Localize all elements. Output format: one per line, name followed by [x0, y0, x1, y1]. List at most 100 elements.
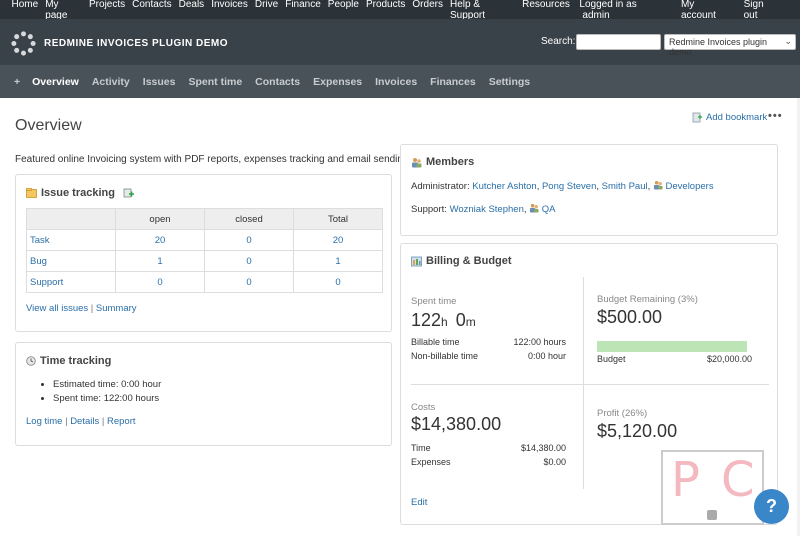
main-menu: + Overview Activity Issues Spent time Co… — [0, 65, 800, 98]
profit-label: Profit (26%) — [597, 408, 648, 419]
top-menu-item-help-support[interactable]: Help & Support — [446, 0, 518, 21]
closed-count[interactable]: 0 — [204, 229, 294, 251]
spent-hours-unit: h — [441, 315, 448, 329]
project-jump-select[interactable]: Redmine Invoices plugin demo ⌄ — [664, 34, 796, 57]
member-link[interactable]: Wozniak Stephen — [450, 204, 524, 215]
costs-value: $14,380.00 — [411, 414, 502, 434]
billing-title: Billing & Budget — [411, 255, 512, 267]
total-count[interactable]: 1 — [293, 250, 383, 272]
tracker-name[interactable]: Bug — [26, 250, 116, 272]
report-link[interactable]: Report — [107, 416, 136, 427]
closed-count[interactable]: 0 — [204, 271, 294, 293]
log-time-link[interactable]: Log time — [26, 416, 62, 427]
group-link-qa[interactable]: QA — [542, 204, 556, 215]
tracker-name[interactable]: Task — [26, 229, 116, 251]
site-title[interactable]: REDMINE INVOICES PLUGIN DEMO — [44, 38, 228, 49]
more-actions-icon[interactable]: ••• — [768, 110, 783, 122]
budget-remaining-label: Budget Remaining (3%) — [597, 294, 698, 305]
top-menu-item-invoices[interactable]: Invoices — [208, 0, 252, 21]
support-label: Support: — [411, 204, 447, 215]
top-menu-item-people[interactable]: People — [324, 0, 362, 21]
top-menu-item-my-page[interactable]: My page — [42, 0, 86, 21]
details-link[interactable]: Details — [70, 416, 99, 427]
watermark-letter-c: C — [721, 452, 755, 508]
tab-settings[interactable]: Settings — [489, 76, 530, 88]
top-menu-item-orders[interactable]: Orders — [409, 0, 447, 21]
top-menu-item-projects[interactable]: Projects — [86, 0, 129, 21]
project-select-value: Redmine Invoices plugin demo — [669, 37, 768, 57]
top-menu-item-deals[interactable]: Deals — [175, 0, 208, 21]
new-object-plus-icon[interactable]: + — [14, 76, 20, 88]
clock-icon — [26, 356, 36, 366]
my-account-link[interactable]: My account — [675, 0, 738, 21]
total-count[interactable]: 0 — [293, 271, 383, 293]
table-row: Task 20 0 20 — [26, 229, 383, 251]
budget-row: Budget $20,000.00 — [597, 354, 752, 364]
sign-out-link[interactable]: Sign out — [738, 0, 786, 21]
group-icon — [530, 203, 539, 213]
link-separator: | — [90, 303, 94, 314]
member-link[interactable]: Kutcher Ashton — [472, 181, 536, 192]
account-menu: Logged in as admin My account Sign out — [573, 0, 800, 21]
support-row: Support: Wozniak Stephen, QA — [411, 203, 556, 215]
tab-contacts[interactable]: Contacts — [255, 76, 300, 88]
header: REDMINE INVOICES PLUGIN DEMO Search: Red… — [0, 19, 800, 65]
billable-row: Billable time 122:00 hours — [411, 337, 566, 347]
search-input[interactable] — [576, 34, 661, 50]
table-row: Bug 1 0 1 — [26, 250, 383, 272]
issue-tracking-links: View all issues | Summary — [26, 303, 137, 314]
redmine-logo-icon[interactable] — [11, 31, 36, 56]
chevron-down-icon: ⌄ — [784, 36, 792, 46]
billing-label: Billing & Budget — [426, 255, 512, 267]
top-menu-item-home[interactable]: Home — [8, 0, 42, 21]
issue-query-icon[interactable] — [123, 187, 135, 199]
tab-overview[interactable]: Overview — [32, 76, 79, 88]
top-menu-item-products[interactable]: Products — [362, 0, 408, 21]
tab-expenses[interactable]: Expenses — [313, 76, 362, 88]
billing-edit-link[interactable]: Edit — [411, 497, 427, 508]
top-menu-item-contacts[interactable]: Contacts — [129, 0, 175, 21]
time-tracking-list: Estimated time: 0:00 hour Spent time: 12… — [53, 379, 161, 407]
budget-remaining-value: $500.00 — [597, 307, 663, 327]
top-menu-item-resources[interactable]: Resources — [519, 0, 574, 21]
add-bookmark-link[interactable]: Add bookmark — [692, 112, 767, 123]
logged-in-text: Logged in as admin — [573, 0, 675, 21]
billing-icon — [411, 256, 422, 266]
summary-link[interactable]: Summary — [96, 303, 137, 314]
table-row: Support 0 0 0 — [26, 271, 383, 293]
member-link[interactable]: Pong Steven — [542, 181, 596, 192]
link-separator: | — [101, 416, 105, 427]
tracker-name[interactable]: Support — [26, 271, 116, 293]
spent-time-value: 122h 0m — [411, 310, 476, 331]
comma: , — [647, 181, 651, 192]
divider — [411, 384, 769, 385]
tab-finances[interactable]: Finances — [430, 76, 476, 88]
column-header — [26, 208, 116, 230]
open-count[interactable]: 1 — [115, 250, 205, 272]
total-count[interactable]: 20 — [293, 229, 383, 251]
members-label: Members — [426, 156, 475, 168]
top-menu-item-drive[interactable]: Drive — [251, 0, 281, 21]
comma: , — [536, 181, 540, 192]
column-header-total: Total — [293, 208, 383, 230]
help-button[interactable]: ? — [754, 489, 789, 524]
open-count[interactable]: 20 — [115, 229, 205, 251]
profit-value: $5,120.00 — [597, 421, 678, 441]
view-all-issues-link[interactable]: View all issues — [26, 303, 88, 314]
nonbillable-value: 0:00 hour — [527, 351, 566, 361]
top-menu-item-finance[interactable]: Finance — [282, 0, 325, 21]
top-menu: Home My page Projects Contacts Deals Inv… — [0, 0, 800, 21]
table-header-row: open closed Total — [26, 208, 383, 230]
time-tracking-links: Log time | Details | Report — [26, 416, 136, 427]
member-link[interactable]: Smith Paul — [602, 181, 648, 192]
tab-issues[interactable]: Issues — [143, 76, 176, 88]
issue-tracking-label: Issue tracking — [41, 187, 115, 199]
tab-activity[interactable]: Activity — [92, 76, 130, 88]
time-tracking-label: Time tracking — [40, 355, 112, 367]
group-link-developers[interactable]: Developers — [666, 181, 714, 192]
tab-spent-time[interactable]: Spent time — [188, 76, 242, 88]
tab-invoices[interactable]: Invoices — [375, 76, 417, 88]
open-count[interactable]: 0 — [115, 271, 205, 293]
billable-label: Billable time — [411, 337, 460, 347]
closed-count[interactable]: 0 — [204, 250, 294, 272]
